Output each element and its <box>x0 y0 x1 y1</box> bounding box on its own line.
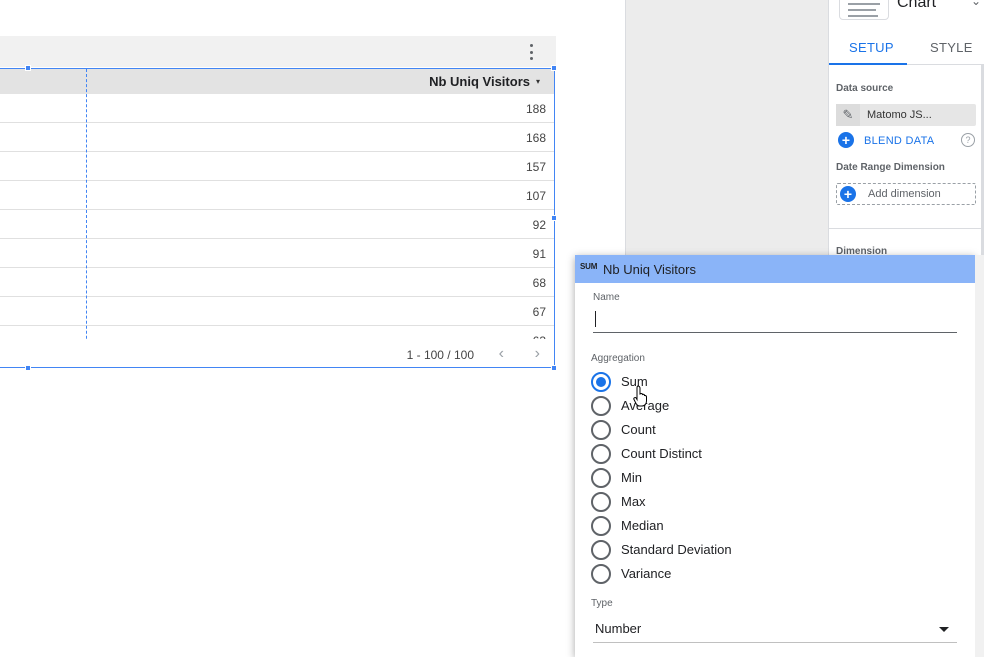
chevron-left-icon[interactable]: ‹ <box>499 345 504 363</box>
radio-icon[interactable] <box>591 444 611 464</box>
metric-edit-dialog: SUM Nb Uniq Visitors Name Aggregation Su… <box>575 255 975 657</box>
metric-column-header[interactable]: Nb Uniq Visitors ▾ <box>429 74 540 89</box>
chart-header-bar <box>0 36 556 67</box>
table-cell: 157 <box>525 160 546 174</box>
name-label: Name <box>593 292 620 303</box>
table-row: 67 <box>0 297 554 326</box>
radio-icon[interactable] <box>591 420 611 440</box>
aggregation-option-label: Min <box>621 470 642 485</box>
chart-type-label[interactable]: Chart <box>897 0 936 12</box>
data-source-label: Data source <box>836 83 894 94</box>
chevron-down-icon[interactable]: ⌄ <box>971 0 981 8</box>
add-dimension-label: Add dimension <box>868 188 941 200</box>
aggregation-option-min[interactable]: Min <box>591 468 891 488</box>
radio-icon[interactable] <box>591 564 611 584</box>
tab-style[interactable]: STYLE <box>930 40 973 55</box>
name-input[interactable] <box>593 307 957 333</box>
more-options-icon[interactable] <box>528 44 534 60</box>
aggregation-badge: SUM <box>580 262 598 271</box>
table-chart-icon-line <box>848 9 876 11</box>
table-row: 188 <box>0 94 554 123</box>
dialog-title: Nb Uniq Visitors <box>603 262 696 277</box>
resize-handle[interactable] <box>551 65 557 71</box>
blend-data-button[interactable]: + BLEND DATA ? <box>838 132 978 150</box>
chevron-right-icon[interactable]: › <box>535 345 540 363</box>
table-row: 92 <box>0 210 554 239</box>
resize-handle[interactable] <box>25 365 31 371</box>
aggregation-option-standard-deviation[interactable]: Standard Deviation <box>591 540 891 560</box>
table-cell: 188 <box>525 102 546 116</box>
table-pagination: 1 - 100 / 100 ‹ › <box>0 339 554 367</box>
table-header: Nb Uniq Visitors ▾ <box>0 69 554 94</box>
section-divider <box>829 228 984 229</box>
resize-handle[interactable] <box>25 65 31 71</box>
data-source-chip[interactable]: ✎ Matomo JS... <box>836 104 976 126</box>
table-cell: 107 <box>525 189 546 203</box>
radio-icon[interactable] <box>591 468 611 488</box>
aggregation-option-label: Variance <box>621 566 672 581</box>
dropdown-arrow-icon <box>939 627 949 632</box>
type-label: Type <box>591 598 613 609</box>
table-row: 68 <box>0 268 554 297</box>
tab-setup[interactable]: SETUP <box>849 40 894 55</box>
blend-data-label: BLEND DATA <box>864 135 935 147</box>
radio-icon[interactable] <box>591 492 611 512</box>
table-chart[interactable]: Nb Uniq Visitors ▾ 188 168 157 107 92 91 … <box>0 68 555 368</box>
text-cursor <box>595 311 596 327</box>
metric-column-header-label: Nb Uniq Visitors <box>429 74 530 89</box>
help-icon[interactable]: ? <box>961 133 975 147</box>
table-cell: 67 <box>532 305 546 319</box>
radio-icon[interactable] <box>591 516 611 536</box>
table-cell: 91 <box>532 247 546 261</box>
aggregation-option-median[interactable]: Median <box>591 516 891 536</box>
pagination-range: 1 - 100 / 100 <box>406 348 474 362</box>
aggregation-option-label: Standard Deviation <box>621 542 732 557</box>
aggregation-option-count-distinct[interactable]: Count Distinct <box>591 444 891 464</box>
column-resize-guide <box>86 69 87 367</box>
type-select[interactable]: Number <box>593 617 957 643</box>
radio-selected-icon[interactable] <box>591 372 611 392</box>
table-cell: 68 <box>532 276 546 290</box>
resize-handle[interactable] <box>551 365 557 371</box>
table-row: 107 <box>0 181 554 210</box>
aggregation-option-count[interactable]: Count <box>591 420 891 440</box>
add-circle-icon: + <box>838 132 854 148</box>
table-chart-icon-line <box>848 15 878 17</box>
data-source-name: Matomo JS... <box>867 109 932 121</box>
dialog-scrollbar[interactable] <box>975 255 984 657</box>
table-chart-icon <box>848 3 880 5</box>
aggregation-option-label: Median <box>621 518 664 533</box>
resize-handle[interactable] <box>551 215 557 221</box>
aggregation-option-label: Count Distinct <box>621 446 702 461</box>
sort-desc-icon[interactable]: ▾ <box>536 77 540 86</box>
radio-icon[interactable] <box>591 396 611 416</box>
type-select-value: Number <box>595 621 642 636</box>
active-tab-indicator <box>829 63 907 65</box>
pencil-icon[interactable]: ✎ <box>836 104 860 126</box>
table-cell: 92 <box>532 218 546 232</box>
table-row: 157 <box>0 152 554 181</box>
table-row: 168 <box>0 123 554 152</box>
radio-icon[interactable] <box>591 540 611 560</box>
aggregation-option-label: Count <box>621 422 656 437</box>
aggregation-option-variance[interactable]: Variance <box>591 564 891 584</box>
aggregation-option-label: Max <box>621 494 646 509</box>
aggregation-label: Aggregation <box>591 353 645 364</box>
add-dimension-button[interactable]: + Add dimension <box>836 183 976 205</box>
aggregation-option-max[interactable]: Max <box>591 492 891 512</box>
table-cell: 168 <box>525 131 546 145</box>
hand-cursor-icon <box>633 385 647 407</box>
dialog-header: SUM Nb Uniq Visitors <box>575 255 975 283</box>
add-circle-icon: + <box>840 186 856 202</box>
chart-type-picker[interactable] <box>839 0 889 20</box>
table-row: 91 <box>0 239 554 268</box>
date-range-dimension-label: Date Range Dimension <box>836 162 945 173</box>
panel-tabs: SETUP STYLE <box>829 31 984 65</box>
